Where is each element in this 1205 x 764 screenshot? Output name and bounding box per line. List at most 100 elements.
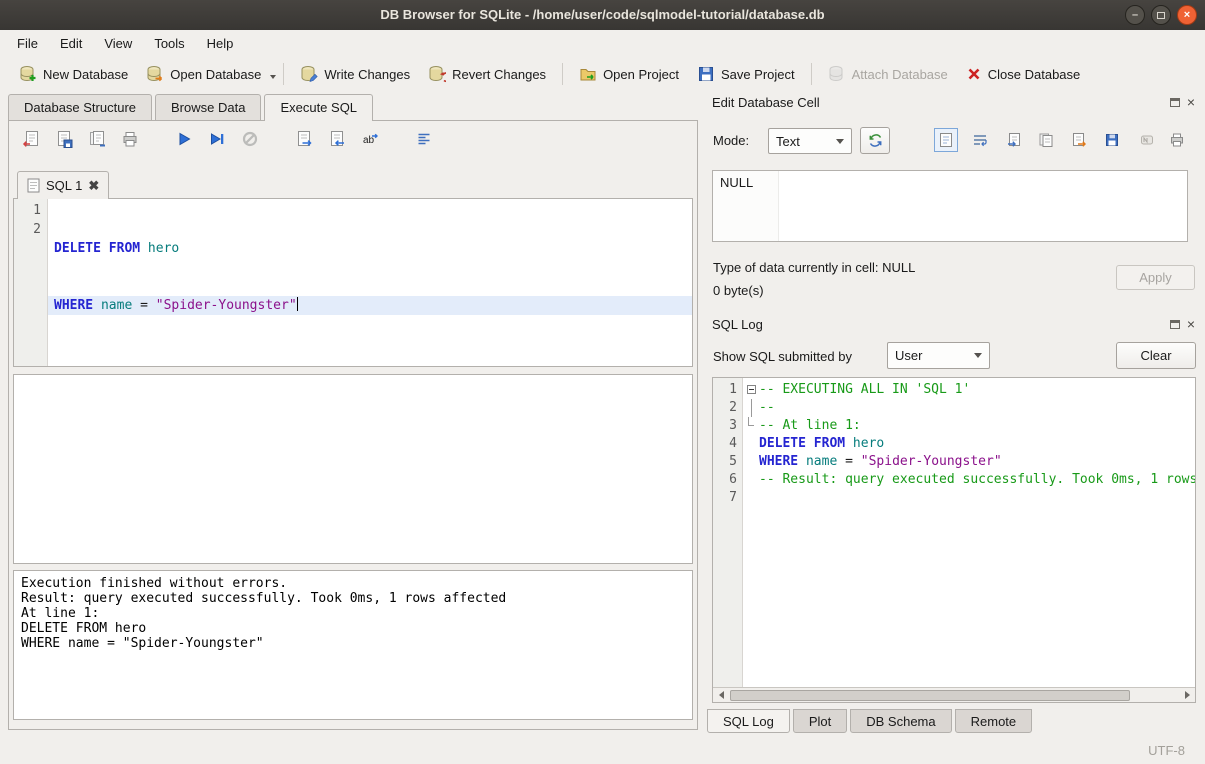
stop-execution-button[interactable] [238, 127, 262, 151]
tab-plot[interactable]: Plot [793, 709, 847, 733]
apply-button[interactable]: Apply [1116, 265, 1195, 290]
execute-all-button[interactable] [172, 127, 196, 151]
maximize-button[interactable] [1151, 5, 1171, 25]
main-toolbar: New Database Open Database Write Changes… [0, 56, 1205, 92]
tab-db-schema[interactable]: DB Schema [850, 709, 951, 733]
edit-text-button[interactable] [934, 128, 958, 152]
sql-log-title: SQL Log [712, 317, 763, 332]
open-database-button[interactable]: Open Database [137, 61, 270, 87]
dock-close-icon[interactable]: × [1187, 97, 1195, 107]
mode-label: Mode: [713, 133, 749, 148]
word-wrap-button[interactable] [968, 128, 992, 152]
save-cell-data-button[interactable] [1100, 128, 1124, 152]
menu-help[interactable]: Help [196, 32, 245, 55]
main-tab-bar: Database Structure Browse Data Execute S… [8, 94, 376, 121]
menu-file[interactable]: File [6, 32, 49, 55]
editor-line-2: WHERE name = "Spider-Youngster" [48, 296, 692, 315]
open-database-label: Open Database [170, 67, 261, 82]
open-sql-file-button[interactable] [19, 127, 43, 151]
cell-value: NULL [720, 175, 753, 190]
scroll-left-icon[interactable] [713, 688, 729, 702]
tab-sql-log[interactable]: SQL Log [707, 709, 790, 733]
export-results-icon [295, 130, 313, 148]
chevron-down-icon [974, 353, 982, 358]
revert-changes-icon [428, 65, 446, 83]
sql-editor-tab[interactable]: SQL 1 ✖ [17, 171, 109, 199]
write-changes-button[interactable]: Write Changes [291, 61, 419, 87]
export-results-button[interactable] [292, 127, 316, 151]
new-database-button[interactable]: New Database [10, 61, 137, 87]
log-line-5: WHERE name = "Spider-Youngster" [743, 453, 1195, 471]
import-results-button[interactable] [325, 127, 349, 151]
save-project-label: Save Project [721, 67, 795, 82]
sql-editor-toolbar: ab [19, 127, 436, 151]
export-cell-data-button[interactable] [1067, 128, 1091, 152]
tab-execute-sql[interactable]: Execute SQL [264, 94, 373, 121]
copy-cell-data-button[interactable] [1034, 128, 1058, 152]
log-filter-value: User [895, 348, 922, 363]
cell-value-editor[interactable]: NULL [712, 170, 1188, 242]
attach-database-label: Attach Database [852, 67, 948, 82]
close-button[interactable]: × [1177, 5, 1197, 25]
sql-document-icon [27, 178, 40, 193]
cell-value-area: NULL [713, 171, 779, 241]
word-wrap-icon [972, 132, 988, 148]
find-replace-icon: ab [361, 130, 379, 148]
dock-close-icon[interactable]: × [1187, 319, 1195, 329]
save-sql-as-button[interactable] [85, 127, 109, 151]
find-replace-button[interactable]: ab [358, 127, 382, 151]
new-database-label: New Database [43, 67, 128, 82]
attach-database-icon [828, 65, 846, 83]
set-null-button[interactable] [1135, 128, 1159, 152]
tab-database-structure[interactable]: Database Structure [8, 94, 152, 120]
save-project-button[interactable]: Save Project [688, 61, 804, 87]
sql-log-view[interactable]: 1 2 3 4 5 6 7 -- EXECUTING ALL IN 'SQL 1… [712, 377, 1196, 703]
log-line-2: -- [743, 399, 1195, 417]
close-database-button[interactable]: Close Database [957, 62, 1090, 86]
message-line: Result: query executed successfully. Too… [21, 591, 685, 606]
revert-changes-button[interactable]: Revert Changes [419, 61, 555, 87]
mode-combobox[interactable]: Text [768, 128, 852, 154]
auto-switch-icon [867, 132, 884, 149]
log-filter-combobox[interactable]: User [887, 342, 990, 369]
open-database-icon [146, 65, 164, 83]
title-bar[interactable]: DB Browser for SQLite - /home/user/code/… [0, 0, 1205, 30]
menu-tools[interactable]: Tools [143, 32, 195, 55]
auto-format-button[interactable] [412, 127, 436, 151]
print-button[interactable] [118, 127, 142, 151]
scrollbar-thumb[interactable] [730, 690, 1130, 701]
import-results-icon [328, 130, 346, 148]
log-line-6: -- Result: query executed successfully. … [743, 471, 1195, 489]
close-database-icon [966, 66, 982, 82]
menu-view[interactable]: View [93, 32, 143, 55]
menu-edit[interactable]: Edit [49, 32, 93, 55]
open-project-button[interactable]: Open Project [570, 61, 688, 87]
scroll-right-icon[interactable] [1179, 688, 1195, 702]
sql-editor[interactable]: 1 2 DELETE FROM hero WHERE name = "Spide… [13, 198, 693, 367]
minimize-button[interactable]: – [1125, 5, 1145, 25]
clear-log-button[interactable]: Clear [1116, 342, 1196, 369]
close-database-label: Close Database [988, 67, 1081, 82]
results-grid[interactable] [13, 374, 693, 564]
save-sql-file-button[interactable] [52, 127, 76, 151]
import-cell-data-button[interactable] [1002, 128, 1026, 152]
toolbar-separator [811, 63, 812, 85]
execution-message-area[interactable]: Execution finished without errors. Resul… [13, 570, 693, 720]
tab-browse-data[interactable]: Browse Data [155, 94, 261, 120]
tab-remote[interactable]: Remote [955, 709, 1033, 733]
execute-line-button[interactable] [205, 127, 229, 151]
log-line-1: -- EXECUTING ALL IN 'SQL 1' [743, 381, 1195, 399]
dock-float-icon[interactable] [1170, 98, 1180, 107]
attach-database-button[interactable]: Attach Database [819, 61, 957, 87]
maximize-icon [1157, 12, 1165, 19]
print-cell-button[interactable] [1165, 128, 1189, 152]
horizontal-scrollbar[interactable] [713, 687, 1195, 702]
auto-switch-mode-button[interactable] [860, 127, 890, 154]
sql-tab-close-icon[interactable]: ✖ [88, 178, 99, 194]
cell-size-info: 0 byte(s) [713, 283, 764, 298]
dock-float-icon[interactable] [1170, 320, 1180, 329]
save-project-icon [697, 65, 715, 83]
fold-collapse-icon[interactable] [747, 385, 756, 394]
open-database-dropdown-icon[interactable] [270, 75, 276, 79]
editor-code-area[interactable]: DELETE FROM hero WHERE name = "Spider-Yo… [48, 199, 692, 366]
